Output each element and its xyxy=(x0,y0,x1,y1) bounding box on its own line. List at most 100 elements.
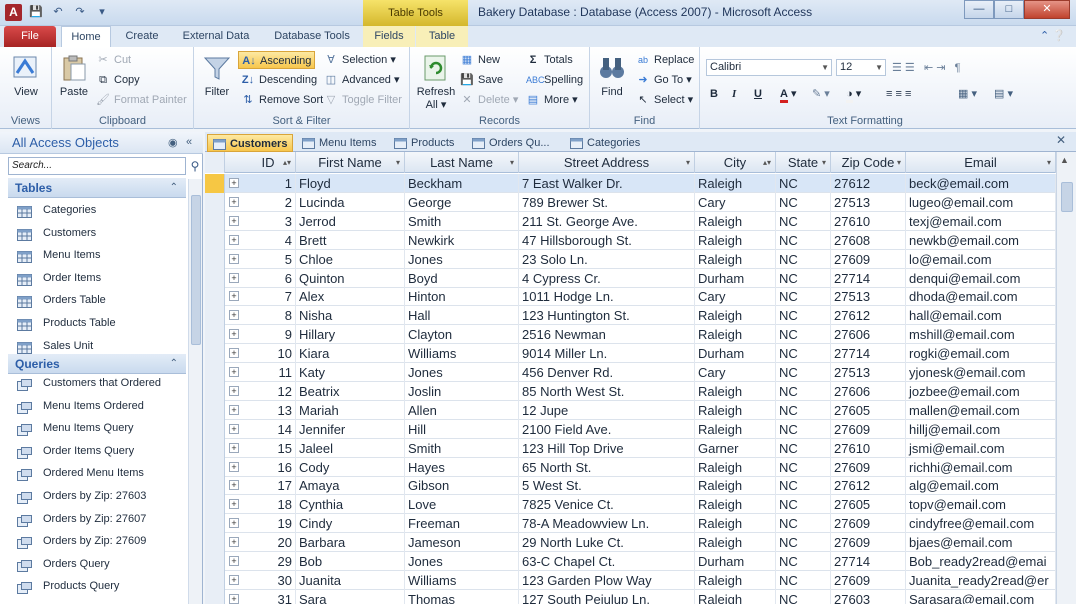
tab-create[interactable]: Create xyxy=(116,26,168,47)
column-filter-icon[interactable]: ▾ xyxy=(686,152,690,173)
cell-id[interactable]: 9 xyxy=(241,325,296,345)
cell-street-address[interactable]: 123 Huntington St. xyxy=(519,306,695,326)
toggle-filter-button[interactable]: ▽ Toggle Filter xyxy=(324,91,402,109)
queries-section-header[interactable]: Queries ⌃ xyxy=(8,354,186,374)
copy-button[interactable]: ⧉ Copy xyxy=(96,71,140,89)
record-selector[interactable] xyxy=(205,287,225,307)
column-header[interactable]: City ▴▾ xyxy=(695,152,776,173)
cell-zip-code[interactable]: 27714 xyxy=(831,552,906,571)
cell-id[interactable]: 16 xyxy=(241,457,296,477)
cell-id[interactable]: 15 xyxy=(241,438,296,458)
cell-city[interactable]: Raleigh xyxy=(695,589,776,604)
more-button[interactable]: ▤ More ▾ xyxy=(526,91,578,109)
record-selector[interactable] xyxy=(205,211,225,231)
cell-street-address[interactable]: 63-C Chapel Ct. xyxy=(519,552,695,571)
search-icon[interactable]: ⚲ xyxy=(188,157,202,175)
nav-title[interactable]: All Access Objects xyxy=(12,135,119,150)
cell-email[interactable]: cindyfree@email.com xyxy=(906,514,1056,534)
record-selector[interactable] xyxy=(205,363,225,382)
expand-icon[interactable]: + xyxy=(229,423,239,434)
table-row[interactable]: +7 Alex Hinton 1011 Hodge Ln. Cary NC 27513 dho… xyxy=(205,287,1056,307)
cell-state[interactable]: NC xyxy=(776,438,831,458)
expand-icon[interactable]: + xyxy=(229,329,239,340)
cell-state[interactable]: NC xyxy=(776,381,831,401)
record-selector[interactable] xyxy=(205,438,225,458)
cell-last-name[interactable]: Jones xyxy=(405,249,519,269)
expand-icon[interactable]: + xyxy=(229,461,239,472)
record-selector[interactable] xyxy=(205,381,225,401)
table-row[interactable]: +15 Jaleel Smith 123 Hill Top Drive Garner NC… xyxy=(205,438,1056,458)
record-selector[interactable] xyxy=(205,495,225,515)
doc-tab[interactable]: Menu Items xyxy=(297,134,385,152)
cell-id[interactable]: 12 xyxy=(241,381,296,401)
maximize-button[interactable]: □ xyxy=(994,0,1024,19)
cell-first-name[interactable]: Beatrix xyxy=(296,381,405,401)
advanced-button[interactable]: ◫ Advanced ▾ xyxy=(324,71,400,89)
tables-section-header[interactable]: Tables ⌃ xyxy=(8,178,186,198)
expand-icon[interactable]: + xyxy=(229,310,239,321)
cell-zip-code[interactable]: 27606 xyxy=(831,381,906,401)
close-document-icon[interactable]: ✕ xyxy=(1056,133,1066,147)
table-row[interactable]: +20 Barbara Jameson 29 North Luke Ct. Raleig… xyxy=(205,533,1056,553)
cell-zip-code[interactable]: 27609 xyxy=(831,457,906,477)
tab-fields[interactable]: Fields xyxy=(363,26,415,47)
cell-last-name[interactable]: Joslin xyxy=(405,381,519,401)
expand-icon[interactable]: + xyxy=(229,196,239,207)
tab-external-data[interactable]: External Data xyxy=(176,26,256,47)
cell-state[interactable]: NC xyxy=(776,174,831,193)
cell-zip-code[interactable]: 27513 xyxy=(831,363,906,382)
table-row[interactable]: +10 Kiara Williams 9014 Miller Ln. Durham NC 2… xyxy=(205,344,1056,364)
remove-sort-button[interactable]: ⇅ Remove Sort xyxy=(241,91,323,109)
nav-query-item[interactable]: Order Items Query xyxy=(8,440,186,462)
cell-email[interactable]: mallen@email.com xyxy=(906,400,1056,420)
cell-street-address[interactable]: 789 Brewer St. xyxy=(519,192,695,212)
column-header[interactable]: ID ▴▾ xyxy=(241,152,296,173)
descending-button[interactable]: Z↓ Descending xyxy=(241,71,317,89)
cell-city[interactable]: Raleigh xyxy=(695,230,776,250)
nav-query-item[interactable]: Orders by Zip: 27603 xyxy=(8,485,186,507)
scroll-thumb[interactable] xyxy=(1061,182,1073,212)
record-selector[interactable] xyxy=(205,400,225,420)
table-row[interactable]: +18 Cynthia Love 7825 Venice Ct. Raleigh NC 27… xyxy=(205,495,1056,515)
tab-home[interactable]: Home xyxy=(61,26,111,47)
nav-table-item[interactable]: Order Items xyxy=(8,267,186,289)
tab-file[interactable]: File xyxy=(4,26,56,47)
grid-scrollbar[interactable]: ▲ xyxy=(1056,152,1076,604)
font-color-button[interactable]: A ▾ xyxy=(780,85,797,103)
cell-state[interactable]: NC xyxy=(776,344,831,364)
cell-id[interactable]: 18 xyxy=(241,495,296,515)
cell-id[interactable]: 31 xyxy=(241,589,296,604)
cell-first-name[interactable]: Barbara xyxy=(296,533,405,553)
ascending-button[interactable]: A↓ Ascending xyxy=(238,51,316,69)
record-selector[interactable] xyxy=(205,344,225,364)
tab-table[interactable]: Table xyxy=(416,26,468,47)
cell-id[interactable]: 4 xyxy=(241,230,296,250)
table-row[interactable]: +16 Cody Hayes 65 North St. Raleigh NC 27609 ri… xyxy=(205,457,1056,477)
cell-email[interactable]: mshill@email.com xyxy=(906,325,1056,345)
nav-query-item[interactable]: Menu Items Query xyxy=(8,417,186,439)
expand-icon[interactable]: + xyxy=(229,537,239,548)
cell-id[interactable]: 30 xyxy=(241,570,296,590)
nav-query-item[interactable]: Customers that Ordered xyxy=(8,372,186,394)
cell-zip-code[interactable]: 27606 xyxy=(831,325,906,345)
cell-email[interactable]: newkb@email.com xyxy=(906,230,1056,250)
cell-city[interactable]: Raleigh xyxy=(695,533,776,553)
cell-email[interactable]: Sarasara@email.com xyxy=(906,589,1056,604)
align-buttons[interactable]: ≡ ≡ ≡ xyxy=(886,85,911,103)
cut-button[interactable]: ✂ Cut xyxy=(96,51,131,69)
record-selector[interactable] xyxy=(205,268,225,288)
cell-first-name[interactable]: Katy xyxy=(296,363,405,382)
cell-zip-code[interactable]: 27609 xyxy=(831,419,906,439)
table-row[interactable]: +11 Katy Jones 456 Denver Rd. Cary NC 27513 yjo… xyxy=(205,363,1056,382)
cell-first-name[interactable]: Jaleel xyxy=(296,438,405,458)
cell-first-name[interactable]: Chloe xyxy=(296,249,405,269)
cell-state[interactable]: NC xyxy=(776,570,831,590)
cell-first-name[interactable]: Jennifer xyxy=(296,419,405,439)
cell-city[interactable]: Raleigh xyxy=(695,419,776,439)
cell-email[interactable]: texj@email.com xyxy=(906,211,1056,231)
nav-table-item[interactable]: Customers xyxy=(8,222,186,244)
cell-street-address[interactable]: 9014 Miller Ln. xyxy=(519,344,695,364)
new-record-button[interactable]: ▦ New xyxy=(460,51,500,69)
cell-zip-code[interactable]: 27612 xyxy=(831,306,906,326)
replace-button[interactable]: ab Replace xyxy=(636,51,694,69)
